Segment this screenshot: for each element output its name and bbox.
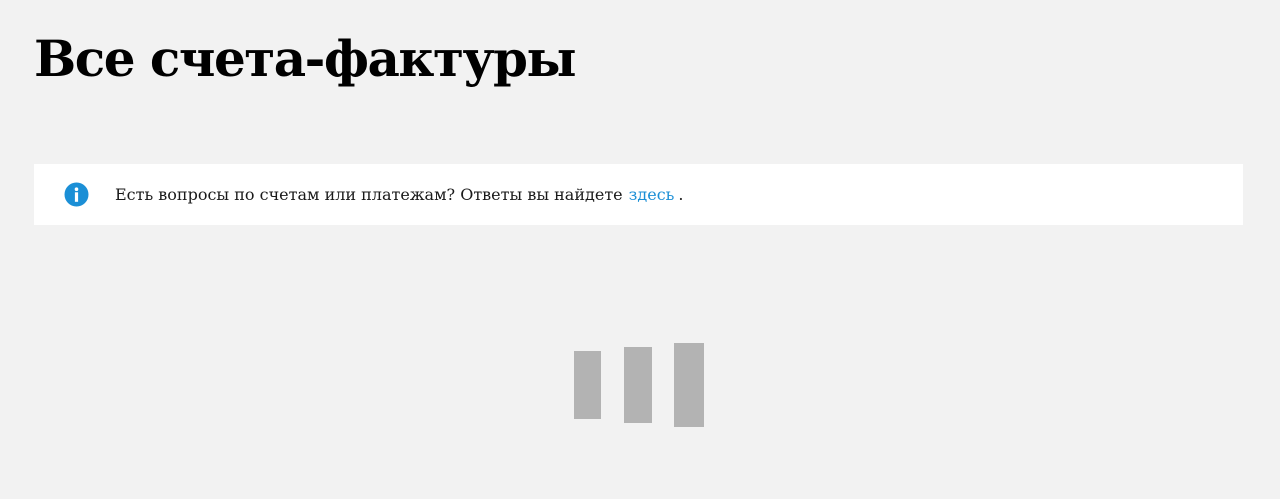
info-banner: Есть вопросы по счетам или платежам? Отв… [34, 164, 1243, 225]
page-title: Все счета-фактуры [34, 29, 577, 88]
faq-link[interactable]: здесь [629, 185, 675, 204]
loader-bar [674, 343, 704, 427]
info-message-text: Есть вопросы по счетам или платежам? Отв… [115, 185, 623, 204]
info-icon [64, 182, 89, 207]
info-message: Есть вопросы по счетам или платежам? Отв… [115, 164, 683, 225]
loader-bar [624, 347, 652, 423]
loading-bars-icon [574, 343, 706, 427]
loader-bar [574, 351, 601, 419]
info-message-period: . [678, 185, 684, 204]
